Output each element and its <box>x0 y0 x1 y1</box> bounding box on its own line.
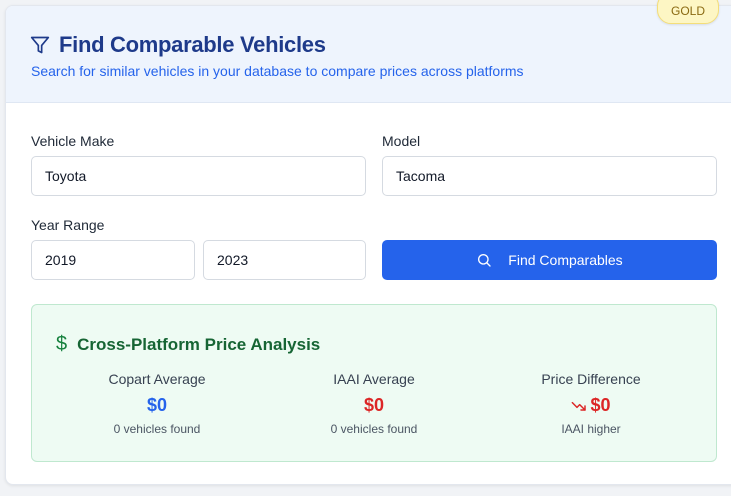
make-input[interactable]: Toyota <box>31 156 366 196</box>
filter-icon <box>30 36 50 54</box>
iaai-value: $0 <box>363 395 385 415</box>
panel-title: Cross-Platform Price Analysis <box>77 334 321 354</box>
comparables-card: Find Comparable Vehicles Search for simi… <box>5 5 731 485</box>
iaai-stat: IAAI Average $0 0 vehicles found <box>274 371 474 436</box>
difference-value: $0 <box>590 395 611 415</box>
gold-badge: GOLD <box>657 0 719 24</box>
card-header: Find Comparable Vehicles Search for simi… <box>6 6 731 103</box>
trending-down-icon <box>572 401 587 411</box>
find-comparables-label: Find Comparables <box>508 252 623 268</box>
year-from-input[interactable]: 2019 <box>31 240 195 280</box>
copart-stat: Copart Average $0 0 vehicles found <box>57 371 257 436</box>
dollar-icon: $ <box>56 333 68 355</box>
iaai-label: IAAI Average <box>333 371 415 387</box>
year-range-label: Year Range <box>31 217 105 233</box>
iaai-count: 0 vehicles found <box>330 422 418 436</box>
difference-note: IAAI higher <box>561 422 621 436</box>
model-label: Model <box>382 133 421 149</box>
difference-label: Price Difference <box>541 371 641 387</box>
title-row: Find Comparable Vehicles <box>30 32 326 58</box>
difference-stat: Price Difference $0 IAAI higher <box>491 371 691 436</box>
make-label: Vehicle Make <box>31 133 115 149</box>
copart-value: $0 <box>146 395 168 415</box>
copart-label: Copart Average <box>108 371 206 387</box>
page-title: Find Comparable Vehicles <box>59 32 326 57</box>
copart-count: 0 vehicles found <box>113 422 201 436</box>
model-input[interactable]: Tacoma <box>382 156 717 196</box>
find-comparables-button[interactable]: Find Comparables <box>382 240 717 280</box>
page-subtitle: Search for similar vehicles in your data… <box>31 63 524 79</box>
difference-value-row: $0 <box>491 395 691 416</box>
search-icon <box>478 253 491 267</box>
price-analysis-panel: $ Cross-Platform Price Analysis Copart A… <box>31 304 717 462</box>
panel-title-row: $ Cross-Platform Price Analysis <box>56 333 320 356</box>
year-to-input[interactable]: 2023 <box>203 240 366 280</box>
